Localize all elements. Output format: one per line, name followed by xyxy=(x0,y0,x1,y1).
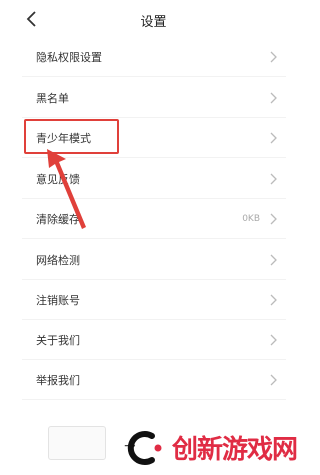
page-title: 设置 xyxy=(140,15,167,30)
chevron-right-icon xyxy=(270,51,277,62)
chevron-right-icon xyxy=(270,254,277,265)
settings-item-report-us[interactable]: 举报我们 xyxy=(22,360,286,400)
chevron-right-icon xyxy=(270,374,277,385)
settings-item-about-us[interactable]: 关于我们 xyxy=(22,320,286,360)
chevron-right-icon xyxy=(270,294,277,305)
settings-item-blacklist[interactable]: 黑名单 xyxy=(22,78,286,118)
settings-item-label: 关于我们 xyxy=(36,333,80,347)
settings-item-network-check[interactable]: 网络检测 xyxy=(22,240,286,280)
chevron-right-icon xyxy=(270,173,277,184)
annotation-arrow-icon xyxy=(47,149,86,229)
chevron-right-icon xyxy=(270,213,277,224)
chevron-right-icon xyxy=(270,334,277,345)
settings-item-label: 注销账号 xyxy=(36,293,80,307)
cache-size-value: 0KB xyxy=(242,213,260,224)
settings-item-label: 举报我们 xyxy=(36,373,80,387)
watermark-logo-icon xyxy=(127,431,162,465)
settings-item-delete-account[interactable]: 注销账号 xyxy=(22,280,286,320)
settings-item-label: 网络检测 xyxy=(36,253,80,267)
chevron-right-icon xyxy=(270,92,277,103)
chevron-right-icon xyxy=(270,132,277,143)
bottom-button[interactable] xyxy=(48,426,106,460)
header: 设置 xyxy=(0,0,307,40)
settings-item-label: 黑名单 xyxy=(36,91,69,105)
settings-item-label: 隐私权限设置 xyxy=(36,50,102,64)
settings-item-privacy[interactable]: 隐私权限设置 xyxy=(22,37,286,77)
watermark-text: 创新游戏网 xyxy=(172,435,298,465)
